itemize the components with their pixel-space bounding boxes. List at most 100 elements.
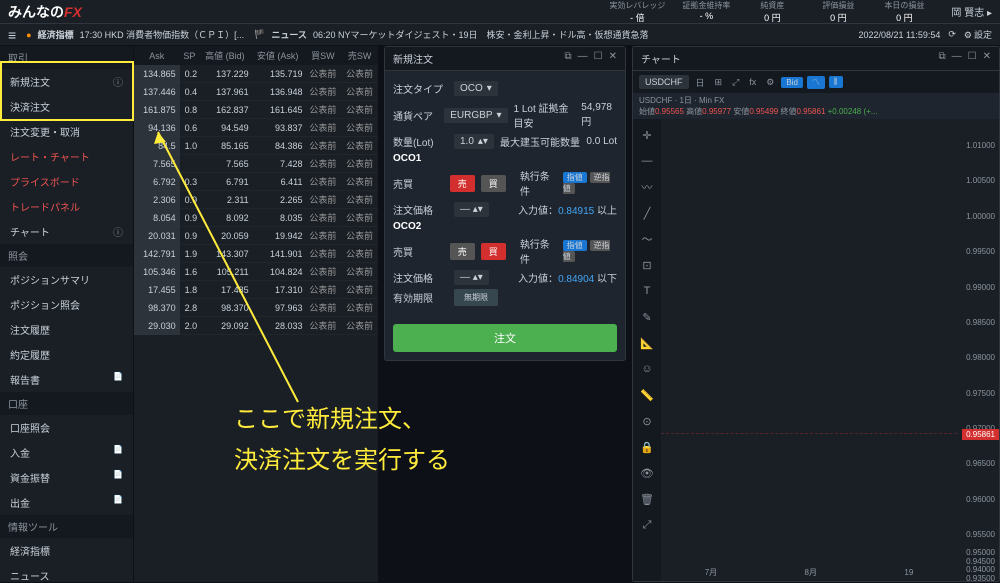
draw-tool[interactable]: T <box>637 281 657 301</box>
sidebar-item[interactable]: トレードパネル <box>0 194 133 219</box>
line-chart-icon[interactable]: 〽 <box>807 76 825 89</box>
close-icon[interactable]: ✕ <box>983 51 991 66</box>
settings-button[interactable]: 設定 <box>964 28 992 41</box>
sidebar-item[interactable]: 決済注文 <box>0 94 133 119</box>
buy-button-2[interactable]: 買 <box>481 243 506 260</box>
col-header[interactable]: 買SW <box>305 46 342 65</box>
draw-tool[interactable]: ✎ <box>637 307 657 327</box>
hamburger-icon[interactable]: ≡ <box>8 27 16 43</box>
refresh-icon[interactable]: ⟳ <box>948 29 956 40</box>
annotation-text: ここで新規注文、決済注文を実行する <box>234 400 450 482</box>
sidebar-item[interactable]: ポジションサマリ <box>0 267 133 292</box>
sidebar-item[interactable]: 資金振替 <box>0 465 133 490</box>
sell-button-2[interactable]: 売 <box>450 243 475 260</box>
sidebar-item[interactable]: 出金 <box>0 490 133 515</box>
minimize-icon[interactable]: — <box>578 51 588 66</box>
col-header[interactable]: Ask <box>134 46 180 65</box>
col-header[interactable]: 高値 (Bid) <box>199 46 251 65</box>
table-row[interactable]: 6.7920.36.7916.411公表前公表前 <box>134 173 378 191</box>
eco-ticker[interactable]: ●経済指標 17:30 HKD 消費者物価指数（ＣＰＩ）[... <box>26 28 244 41</box>
sidebar-item[interactable]: 報告書 <box>0 367 133 392</box>
sidebar-item[interactable]: プライスボード <box>0 169 133 194</box>
tf-select[interactable]: 日 <box>693 76 708 89</box>
table-row[interactable]: 161.8750.8162.837161.645公表前公表前 <box>134 101 378 119</box>
sell-button-1[interactable]: 売 <box>450 175 475 192</box>
sidebar-item[interactable]: レート・チャート <box>0 144 133 169</box>
order-type-select[interactable]: OCO▾ <box>454 81 498 96</box>
expiry-value[interactable]: 無期限 <box>454 289 498 306</box>
draw-tool[interactable]: 🗑 <box>637 489 657 509</box>
chart-opt-4[interactable]: ⚙ <box>763 77 777 88</box>
draw-tool[interactable]: 🔒 <box>637 437 657 457</box>
candle-chart-icon[interactable]: ⫼ <box>829 76 843 88</box>
limit-chip-1[interactable]: 指値 <box>563 172 587 183</box>
table-row[interactable]: 134.8650.2137.229135.719公表前公表前 <box>134 65 378 83</box>
draw-tool[interactable]: ✛ <box>637 125 657 145</box>
input-label-2: 入力値： <box>518 274 558 285</box>
draw-tool[interactable]: — <box>637 151 657 171</box>
chart-opt-3[interactable]: fx <box>746 77 759 87</box>
table-row[interactable]: 8.0540.98.0928.035公表前公表前 <box>134 209 378 227</box>
draw-tool[interactable]: 〜 <box>637 229 657 249</box>
oco1-header: OCO1 <box>393 153 617 164</box>
table-row[interactable]: 17.4551.817.48517.310公表前公表前 <box>134 281 378 299</box>
limit-chip-2[interactable]: 指値 <box>563 240 587 251</box>
sidebar-item[interactable]: 新規注文ⓘ <box>0 69 133 94</box>
table-row[interactable]: 142.7911.9143.307141.901公表前公表前 <box>134 245 378 263</box>
table-row[interactable]: 94.1360.694.54993.837公表前公表前 <box>134 119 378 137</box>
table-row[interactable]: 7.5657.5657.428公表前公表前 <box>134 155 378 173</box>
pair-select[interactable]: EURGBP▾ <box>444 108 507 123</box>
sidebar-item[interactable]: 入金 <box>0 440 133 465</box>
table-row[interactable]: 137.4460.4137.961136.948公表前公表前 <box>134 83 378 101</box>
exec-label-2: 執行条件 <box>520 236 557 266</box>
sidebar-item-chart[interactable]: チャートⓘ <box>0 219 133 244</box>
draw-tool[interactable]: ☺ <box>637 359 657 379</box>
clock: 2022/08/21 11:59:54 <box>858 30 940 40</box>
qty-input[interactable]: 1.0▴▾ <box>454 134 494 149</box>
submit-order-button[interactable]: 注文 <box>393 324 617 352</box>
draw-tool[interactable]: 👁 <box>637 463 657 483</box>
minimize-icon[interactable]: — <box>952 51 962 66</box>
info-icon: ⓘ <box>113 224 123 239</box>
sidebar-item[interactable]: 経済指標 <box>0 538 133 563</box>
draw-tool[interactable]: 📏 <box>637 385 657 405</box>
sidebar-item[interactable]: 注文履歴 <box>0 317 133 342</box>
stat: 純資産0 円 <box>747 0 797 24</box>
buy-button-1[interactable]: 買 <box>481 175 506 192</box>
table-row[interactable]: 98.3702.898.37097.963公表前公表前 <box>134 299 378 317</box>
chart-opt-1[interactable]: ⊞ <box>712 77 726 88</box>
sidebar-item[interactable]: ポジション照会 <box>0 292 133 317</box>
maximize-icon[interactable]: ☐ <box>968 51 977 66</box>
table-row[interactable]: 29.0302.029.09228.033公表前公表前 <box>134 317 378 335</box>
chart-canvas[interactable]: 1.010001.005001.000000.995000.990000.985… <box>661 119 999 581</box>
news-ticker[interactable]: 🏴ニュース 06:20 NYマーケットダイジェスト・19日 株安・金利上昇・ドル… <box>254 28 648 41</box>
symbol-select[interactable]: USDCHF <box>639 75 689 89</box>
draw-tool[interactable]: 〰 <box>637 177 657 197</box>
col-header[interactable]: 安値 (Ask) <box>251 46 305 65</box>
col-header[interactable]: SP <box>180 46 200 65</box>
table-row[interactable]: 2.3060.92.3112.265公表前公表前 <box>134 191 378 209</box>
popout-icon[interactable]: ⧉ <box>939 51 946 66</box>
user-menu[interactable]: 岡 賢志 ▸ <box>943 4 992 19</box>
draw-tool[interactable]: 📐 <box>637 333 657 353</box>
sidebar-item[interactable]: ニュース <box>0 563 133 582</box>
price-input-1[interactable]: — ▴▾ <box>454 202 489 217</box>
close-icon[interactable]: ✕ <box>609 51 617 66</box>
price-input-2[interactable]: — ▴▾ <box>454 270 489 285</box>
stat: 証拠金維持率- % <box>681 0 731 24</box>
table-row[interactable]: 20.0310.920.05919.942公表前公表前 <box>134 227 378 245</box>
chart-opt-2[interactable]: ⤢ <box>729 77 742 88</box>
draw-tool[interactable]: ⊡ <box>637 255 657 275</box>
draw-tool[interactable]: ╱ <box>637 203 657 223</box>
maximize-icon[interactable]: ☐ <box>594 51 603 66</box>
bid-button[interactable]: Bid <box>781 77 803 88</box>
sidebar-item[interactable]: 口座照会 <box>0 415 133 440</box>
col-header[interactable]: 売SW <box>341 46 378 65</box>
table-row[interactable]: 84.51.085.16584.386公表前公表前 <box>134 137 378 155</box>
sidebar-item[interactable]: 注文変更・取消 <box>0 119 133 144</box>
popout-icon[interactable]: ⧉ <box>565 51 572 66</box>
draw-tool[interactable]: ⊙ <box>637 411 657 431</box>
sidebar-item[interactable]: 約定履歴 <box>0 342 133 367</box>
table-row[interactable]: 105.3461.6105.211104.824公表前公表前 <box>134 263 378 281</box>
draw-tool[interactable]: ⤢ <box>637 515 657 535</box>
